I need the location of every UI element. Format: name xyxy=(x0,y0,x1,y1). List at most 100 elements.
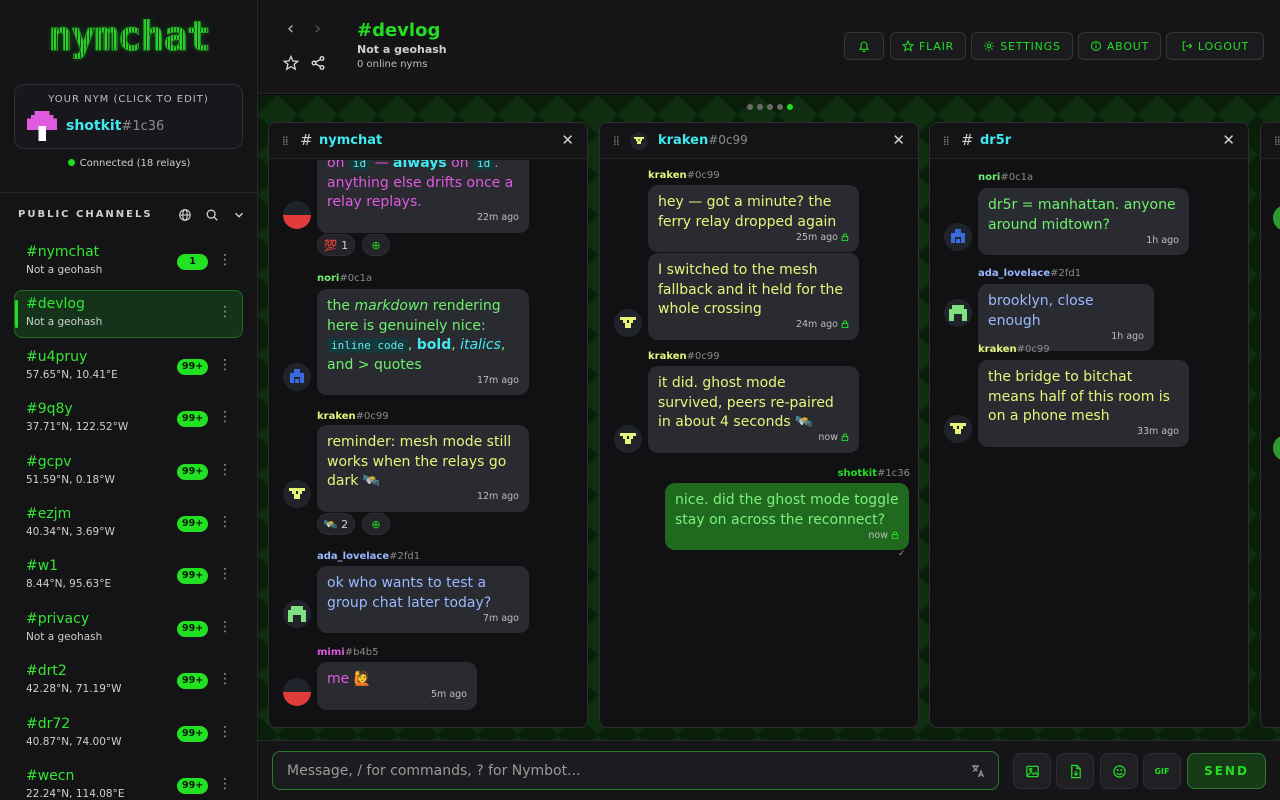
channel-item-9q8y[interactable]: #9q8y 37.71°N, 122.52°W 99+ ⋮ xyxy=(14,395,243,443)
star-icon[interactable] xyxy=(283,55,299,71)
channel-location: 37.71°N, 122.52°W xyxy=(26,421,129,434)
close-icon[interactable]: ✕ xyxy=(561,131,574,149)
channel-item-w1[interactable]: #w1 8.44°N, 95.63°E 99+ ⋮ xyxy=(14,552,243,600)
message-text: me 🙋 xyxy=(327,671,372,687)
share-icon[interactable] xyxy=(310,55,326,71)
message-author[interactable]: mimi#b4b5 xyxy=(317,647,379,658)
inline-code: id xyxy=(348,160,371,171)
author-name: ada_lovelace xyxy=(978,268,1051,279)
more-options-icon[interactable]: ⋮ xyxy=(218,358,232,372)
message-input[interactable]: Message, / for commands, ? for Nymbot... xyxy=(272,751,999,790)
gif-button[interactable]: GIF xyxy=(1143,753,1181,789)
pager-dot[interactable] xyxy=(767,104,773,110)
pager-dot[interactable] xyxy=(757,104,763,110)
flair-label: FLAIR xyxy=(918,39,955,53)
message-bubble: I switched to the mesh fallback and it h… xyxy=(648,253,859,340)
attach-file-button[interactable] xyxy=(1056,753,1094,789)
message-author[interactable]: ada_lovelace#2fd1 xyxy=(317,551,420,562)
message-author[interactable]: kraken#0c99 xyxy=(978,344,1050,355)
search-icon[interactable] xyxy=(205,207,219,221)
message-bubble: hey — got a minute? the ferry relay drop… xyxy=(648,185,859,252)
chevron-down-icon[interactable] xyxy=(232,207,246,221)
translate-icon[interactable] xyxy=(970,763,986,779)
message-author[interactable]: kraken#0c99 xyxy=(648,351,720,362)
about-button[interactable]: ABOUT xyxy=(1078,32,1161,60)
more-options-icon[interactable]: ⋮ xyxy=(218,567,232,581)
more-options-icon[interactable]: ⋮ xyxy=(218,672,232,686)
close-icon[interactable]: ✕ xyxy=(892,131,905,149)
message-author[interactable]: kraken#0c99 xyxy=(317,411,389,422)
unread-badge: 99+ xyxy=(177,411,209,428)
notifications-button[interactable] xyxy=(844,32,884,60)
drag-handle-icon[interactable]: ⁞⁞ xyxy=(943,134,950,148)
settings-button[interactable]: SETTINGS xyxy=(971,32,1073,60)
message-text: on xyxy=(446,160,474,171)
message-author[interactable]: kraken#0c99 xyxy=(648,170,720,181)
author-name: kraken xyxy=(648,170,687,181)
close-icon[interactable]: ✕ xyxy=(1222,131,1235,149)
pager-dot-active[interactable] xyxy=(787,104,793,110)
message-author[interactable]: ada_lovelace#2fd1 xyxy=(978,268,1081,279)
message-author[interactable]: shotkit#1c36 xyxy=(837,468,910,479)
message-time: 5m ago xyxy=(431,689,467,700)
channel-item-wecn[interactable]: #wecn 22.24°N, 114.08°E 99+ ⋮ xyxy=(14,762,243,800)
more-options-icon[interactable]: ⋮ xyxy=(218,410,232,424)
lock-icon xyxy=(891,530,899,539)
drag-handle-icon[interactable]: ⁞⁞ xyxy=(282,134,289,148)
author-name: nori xyxy=(317,273,340,284)
channel-item-ezjm[interactable]: #ezjm 40.34°N, 3.69°W 99+ ⋮ xyxy=(14,500,243,548)
reaction-chip[interactable]: 💯 1 xyxy=(317,234,355,256)
channel-location: Not a geohash xyxy=(26,316,103,329)
more-options-icon[interactable]: ⋮ xyxy=(218,725,232,739)
forward-arrow-icon[interactable]: › xyxy=(314,18,321,39)
author-tag: #0c99 xyxy=(355,411,389,422)
message-bubble: dr5r = manhattan. anyone around midtown?… xyxy=(978,188,1189,255)
channel-location: 40.87°N, 74.00°W xyxy=(26,735,122,748)
channel-item-u4pruy[interactable]: #u4pruy 57.65°N, 10.41°E 99+ ⋮ xyxy=(14,343,243,391)
channel-item-gcpv[interactable]: #gcpv 51.59°N, 0.18°W 99+ ⋮ xyxy=(14,448,243,496)
globe-icon[interactable] xyxy=(178,207,192,221)
more-options-icon[interactable]: ⋮ xyxy=(218,253,232,267)
add-reaction-icon[interactable]: ⊕ xyxy=(362,234,390,256)
message-author[interactable]: nori#0c1a xyxy=(317,273,372,284)
nym-card[interactable]: YOUR NYM (CLICK TO EDIT) shotkit#1c36 xyxy=(14,84,243,149)
inline-code: id xyxy=(473,160,495,171)
drag-handle-icon[interactable]: ⁞⁞ xyxy=(1274,134,1280,148)
author-tag: #0c99 xyxy=(1016,344,1050,355)
user-avatar xyxy=(27,111,57,141)
message-text: on xyxy=(327,160,349,171)
channel-item-nymchat[interactable]: #nymchat Not a geohash 1 ⋮ xyxy=(14,238,243,286)
pager-dot[interactable] xyxy=(777,104,783,110)
add-reaction-icon[interactable]: ⊕ xyxy=(362,513,390,535)
flair-button[interactable]: FLAIR xyxy=(890,32,966,60)
unread-badge: 99+ xyxy=(177,358,209,375)
channel-location: 42.28°N, 71.19°W xyxy=(26,683,122,696)
more-options-icon[interactable]: ⋮ xyxy=(218,515,232,529)
drag-handle-icon[interactable]: ⁞⁞ xyxy=(613,134,620,148)
pager-dot[interactable] xyxy=(747,104,753,110)
emoji-button[interactable] xyxy=(1100,753,1138,789)
channel-tools xyxy=(178,207,246,221)
message-text: the bridge to bitchat means half of this… xyxy=(988,369,1170,424)
more-options-icon[interactable]: ⋮ xyxy=(218,463,232,477)
more-options-icon[interactable]: ⋮ xyxy=(218,620,232,634)
attach-image-button[interactable] xyxy=(1013,753,1051,789)
message-text: , xyxy=(451,337,461,353)
message-placeholder: Message, / for commands, ? for Nymbot... xyxy=(287,763,581,779)
channel-item-privacy[interactable]: #privacy Not a geohash 99+ ⋮ xyxy=(14,605,243,653)
panel-header: ⁞⁞ # dr5r ✕ xyxy=(930,123,1248,159)
message-bubble: on id — always on id. anything else drif… xyxy=(317,160,529,233)
app-logo: nymchat xyxy=(0,14,257,61)
back-arrow-icon[interactable]: ‹ xyxy=(287,18,294,39)
send-button[interactable]: SEND xyxy=(1187,753,1266,789)
more-options-icon[interactable]: ⋮ xyxy=(218,777,232,791)
channel-item-drt2[interactable]: #drt2 42.28°N, 71.19°W 99+ ⋮ xyxy=(14,657,243,705)
channel-item-devlog[interactable]: #devlog Not a geohash ⋮ xyxy=(14,290,243,339)
channel-name: #dr72 xyxy=(26,715,71,732)
more-options-icon[interactable]: ⋮ xyxy=(218,305,232,319)
reaction-chip[interactable]: 🛰️ 2 xyxy=(317,513,355,535)
channel-item-dr72[interactable]: #dr72 40.87°N, 74.00°W 99+ ⋮ xyxy=(14,710,243,758)
message-author[interactable]: nori#0c1a xyxy=(978,172,1033,183)
message-time: 1h ago xyxy=(1146,234,1179,246)
logout-button[interactable]: LOGOUT xyxy=(1166,32,1264,60)
